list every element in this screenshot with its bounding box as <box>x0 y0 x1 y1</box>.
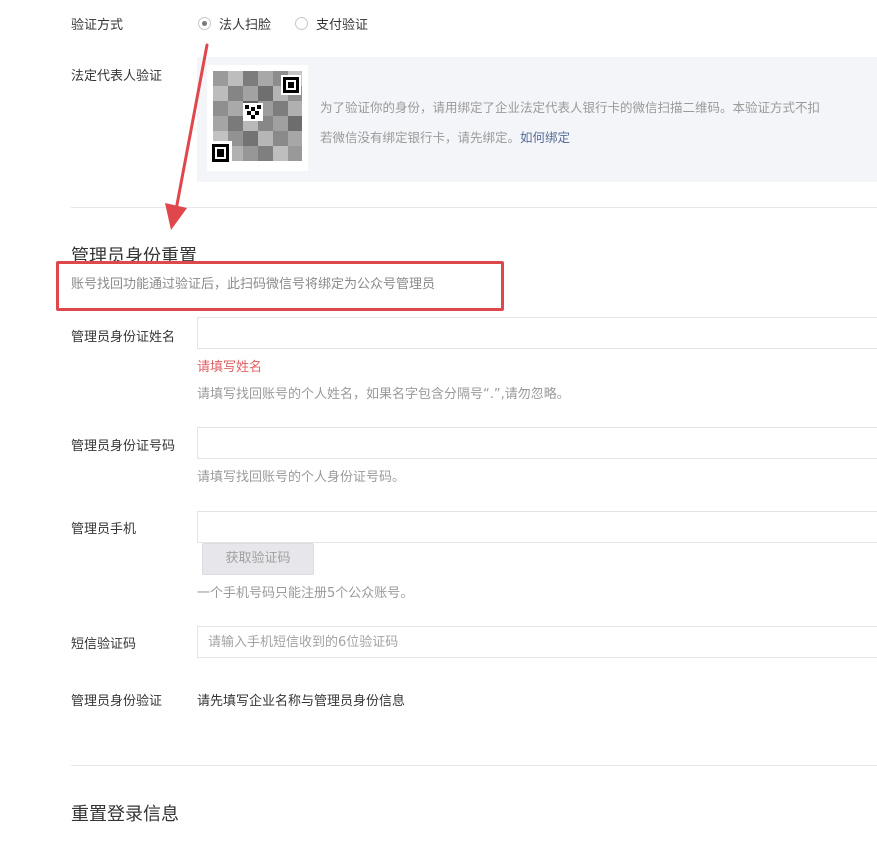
get-verification-code-button[interactable]: 获取验证码 <box>202 543 314 575</box>
qr-hint-line1: 为了验证你的身份，请用绑定了企业法定代表人银行卡的微信扫描二维码。本验证方式不扣 <box>320 100 821 115</box>
verification-method-label: 验证方式 <box>71 18 124 33</box>
admin-name-hint: 请填写找回账号的个人姓名，如果名字包含分隔号“.”,请勿忽略。 <box>197 387 570 402</box>
radio-option-payment[interactable]: 支付验证 <box>295 14 368 33</box>
admin-name-input[interactable] <box>197 317 877 349</box>
sms-code-input[interactable] <box>197 626 877 658</box>
admin-reset-description: 账号找回功能通过验证后，此扫码微信号将绑定为公众号管理员 <box>71 277 436 292</box>
how-to-bind-link[interactable]: 如何绑定 <box>520 130 570 145</box>
qr-panel: 为了验证你的身份，请用绑定了企业法定代表人银行卡的微信扫描二维码。本验证方式不扣… <box>197 57 877 182</box>
qr-hint-line2: 若微信没有绑定银行卡，请先绑定。如何绑定 <box>320 127 570 146</box>
admin-id-hint: 请填写找回账号的个人身份证号码。 <box>197 470 406 485</box>
radio-face-scan-label: 法人扫脸 <box>219 18 272 33</box>
qr-code[interactable] <box>207 65 308 171</box>
admin-name-label: 管理员身份证姓名 <box>71 330 176 345</box>
admin-phone-input[interactable] <box>197 511 877 543</box>
radio-option-face-scan[interactable]: 法人扫脸 <box>198 14 271 33</box>
legal-rep-label: 法定代表人验证 <box>71 69 163 84</box>
admin-identity-label: 管理员身份验证 <box>71 694 163 709</box>
admin-id-label: 管理员身份证号码 <box>71 439 176 454</box>
admin-identity-status: 请先填写企业名称与管理员身份信息 <box>197 694 406 709</box>
radio-face-scan-checked[interactable] <box>198 17 211 30</box>
admin-phone-hint: 一个手机号码只能注册5个公众账号。 <box>197 586 414 601</box>
radio-payment-label: 支付验证 <box>316 18 369 33</box>
qr-code-image <box>207 65 308 171</box>
qr-hint-bind-text: 若微信没有绑定银行卡，请先绑定。 <box>320 130 521 145</box>
annotation-arrow-icon <box>165 43 209 230</box>
admin-phone-label: 管理员手机 <box>71 522 137 537</box>
radio-payment[interactable] <box>295 17 308 30</box>
sms-code-label: 短信验证码 <box>71 637 137 652</box>
reset-login-title: 重置登录信息 <box>71 804 179 825</box>
admin-name-error: 请填写姓名 <box>197 360 263 375</box>
divider <box>71 765 877 766</box>
admin-id-input[interactable] <box>197 427 877 459</box>
